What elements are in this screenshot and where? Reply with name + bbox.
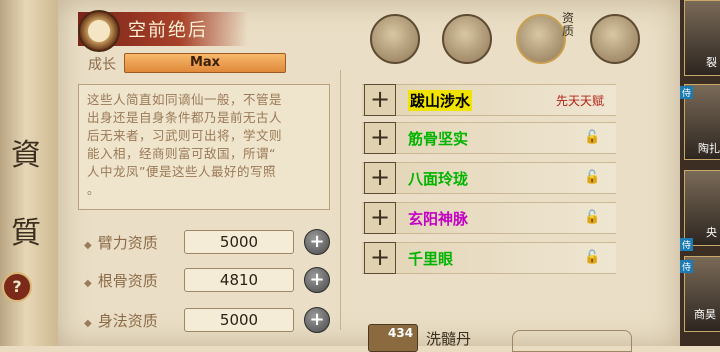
bagua-icon[interactable] [516,14,566,64]
desc-line: 。 [87,182,101,197]
diamond-icon: ◆ [84,240,92,251]
map-icon[interactable] [442,14,492,64]
skill-plus-icon[interactable]: + [364,162,396,194]
attr-label-agility: ◆ 身法资质 [84,312,158,330]
skill-name: 千里眼 [408,250,454,268]
portrait-name: 央 [706,226,717,239]
portrait-tag: 侍 [680,86,694,99]
growth-bar: Max [124,53,286,73]
side-scroll: 資 質 ? [0,0,60,346]
lock-icon: 🔓 [584,250,601,265]
item-slot[interactable] [512,330,632,352]
skill-name: 八面玲珑 [408,170,469,188]
hat-icon[interactable] [370,14,420,64]
body-icon[interactable] [590,14,640,64]
desc-line: 人中龙凤”便是这些人最好的写照 [87,164,276,179]
skill-row[interactable] [362,202,616,234]
add-strength-button[interactable]: + [304,229,330,255]
lock-icon: 🔓 [584,130,601,145]
portrait-tag: 侍 [680,260,694,273]
tab-badge: 资质 [562,11,575,38]
skill-row[interactable] [362,122,616,154]
portrait-name: 裂 [706,56,717,69]
lock-icon: 🔓 [584,210,601,225]
add-agility-button[interactable]: + [304,307,330,333]
portrait-tag: 侍 [680,238,694,251]
help-icon[interactable]: ? [2,272,32,302]
desc-line: 后无来者，习武则可出将，学文则 [87,128,283,143]
panel-divider [340,70,341,330]
desc-line: 能入相，经商则富可敌国，所谓“ [87,146,276,161]
desc-line: 出身还是自身条件都乃是前无古人 [87,110,283,125]
skill-plus-icon[interactable]: + [364,202,396,234]
yinyang-icon [78,10,120,52]
attr-value-agility: 5000 [184,308,294,332]
item-count: 434 [388,326,414,340]
add-bone-button[interactable]: + [304,267,330,293]
skill-plus-icon[interactable]: + [364,122,396,154]
diamond-icon: ◆ [84,318,92,329]
growth-label: 成长 [88,57,116,73]
skill-row[interactable] [362,242,616,274]
attr-value-strength: 5000 [184,230,294,254]
skill-name: 筋骨坚实 [408,130,469,148]
portrait-name: 商昊 [694,308,716,321]
desc-line: 这些人简直如同谪仙一般，不管是 [87,92,283,107]
scroll-char-2: 質 [11,216,41,251]
skill-note: 先天天赋 [556,94,605,108]
skill-name: 玄阳神脉 [408,210,469,228]
skill-plus-icon[interactable]: + [364,84,396,116]
lock-icon: 🔓 [584,170,601,185]
attr-label-bone: ◆ 根骨资质 [84,272,158,290]
attr-value-bone: 4810 [184,268,294,292]
skill-row[interactable] [362,162,616,194]
talent-description: 这些人简直如同谪仙一般，不管是 出身还是自身条件都乃是前无古人 后无来者，习武则… [78,84,330,210]
attr-label-strength: ◆ 臂力资质 [84,234,158,252]
skill-name: 跋山涉水 [408,90,473,111]
scroll-char-1: 資 [11,138,41,173]
talent-title: 空前绝后 [128,20,208,41]
diamond-icon: ◆ [84,278,92,289]
portrait-name: 陶扎 [698,142,720,155]
skill-plus-icon[interactable]: + [364,242,396,274]
